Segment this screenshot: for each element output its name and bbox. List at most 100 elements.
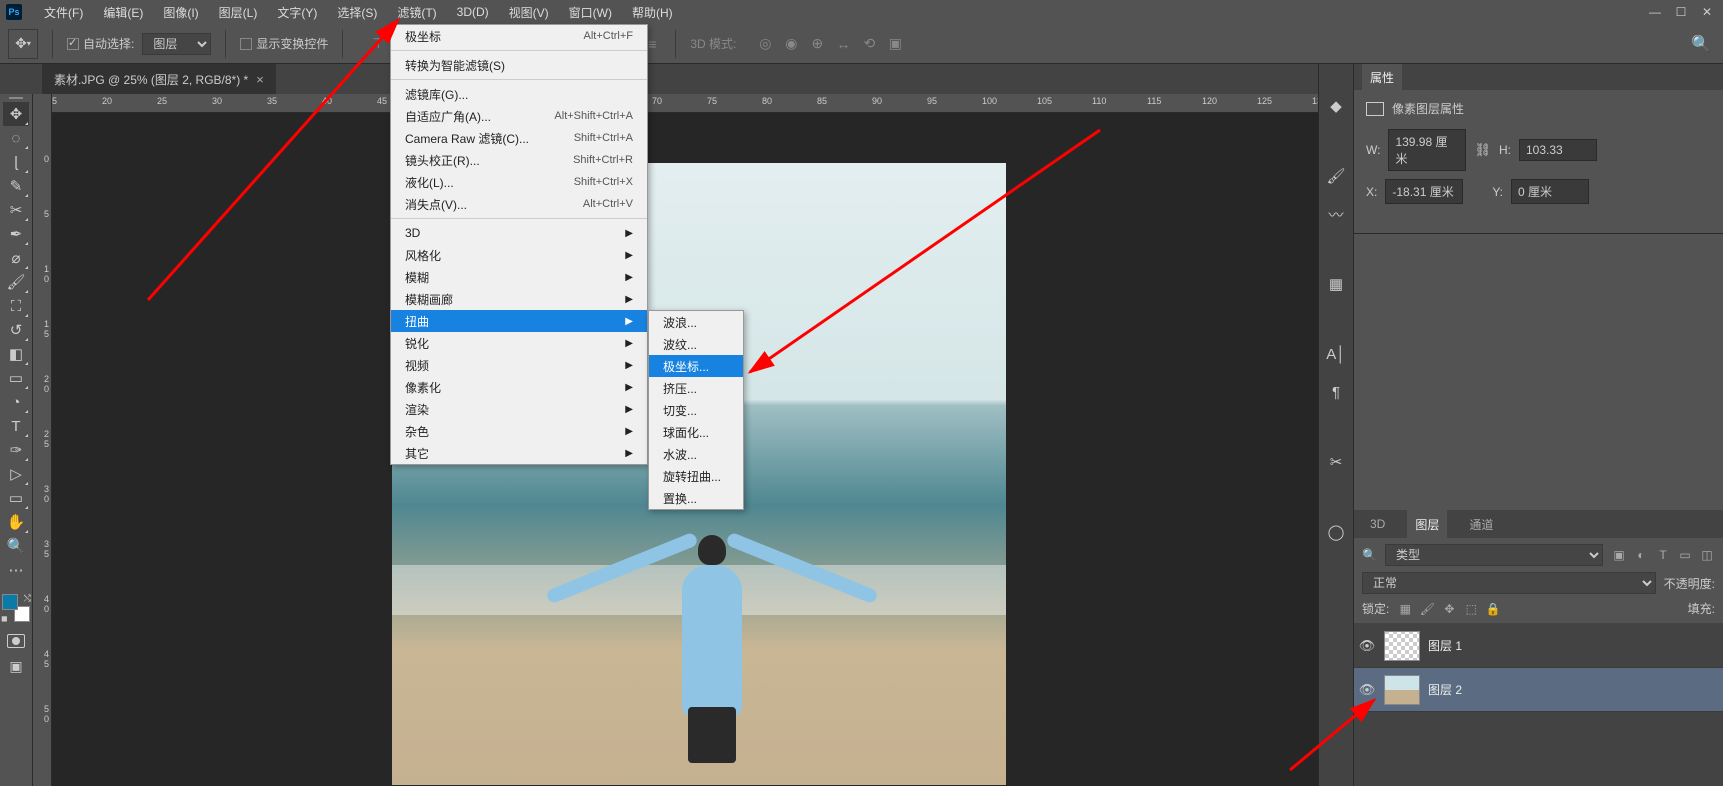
lock-transparent-icon[interactable]: ▦ [1397,602,1413,616]
align-top-icon[interactable]: ⊤ [369,35,387,53]
filter-menu-item[interactable]: Camera Raw 滤镜(C)...Shift+Ctrl+A [391,127,647,149]
menu-type[interactable]: 文字(Y) [267,0,327,25]
auto-select-target[interactable]: 图层 [142,33,211,55]
vertical-ruler[interactable]: 051 01 52 02 53 03 54 04 55 0 [33,94,52,786]
distort-menu-item[interactable]: 置换... [649,487,743,509]
eyedropper-tool[interactable]: ✒ [3,222,29,246]
brush-presets-icon[interactable]: 〰 [1324,202,1348,226]
blur-tool[interactable]: ◔ [3,390,29,414]
distort-menu-item[interactable]: 切变... [649,399,743,421]
layers-tab[interactable]: 图层 [1407,510,1447,539]
filter-type-icon[interactable]: T [1655,548,1671,562]
lasso-tool[interactable]: ɭ [3,150,29,174]
filter-menu-item[interactable]: 转换为智能滤镜(S) [391,54,647,76]
width-field[interactable]: 139.98 厘米 [1388,129,1466,171]
maximize-button[interactable]: ☐ [1669,4,1693,20]
quick-select-tool[interactable]: ✎ [3,174,29,198]
x-field[interactable]: -18.31 厘米 [1385,179,1463,204]
filter-menu-item[interactable]: 模糊画廊▶ [391,288,647,310]
lock-artboard-icon[interactable]: ⬚ [1463,602,1479,616]
shape-tool[interactable]: ▭ [3,486,29,510]
filter-pixel-icon[interactable]: ▣ [1611,548,1627,562]
filter-kind-icon[interactable]: 🔍 [1362,548,1377,562]
crop-tool[interactable]: ✂ [3,198,29,222]
character-panel-icon[interactable]: A│ [1324,342,1348,366]
height-field[interactable]: 103.33 [1519,139,1597,161]
layer-thumbnail[interactable] [1384,675,1420,705]
distort-menu-item[interactable]: 球面化... [649,421,743,443]
healing-tool[interactable]: ⌀ [3,246,29,270]
lock-position-icon[interactable]: ✥ [1441,602,1457,616]
filter-smart-icon[interactable]: ◫ [1699,548,1715,562]
visibility-icon[interactable]: 👁 [1358,682,1376,698]
menu-view[interactable]: 视图(V) [499,0,559,25]
filter-menu-item[interactable]: 模糊▶ [391,266,647,288]
menu-help[interactable]: 帮助(H) [622,0,683,25]
layer-row[interactable]: 👁 图层 2 [1354,668,1723,712]
filter-menu-item[interactable]: 极坐标Alt+Ctrl+F [391,25,647,47]
hand-tool[interactable]: ✋ [3,510,29,534]
cc-libraries-icon[interactable]: ◯ [1324,520,1348,544]
filter-menu-item[interactable]: 自适应广角(A)...Alt+Shift+Ctrl+A [391,105,647,127]
foreground-color[interactable] [2,594,18,610]
layer-row[interactable]: 👁 图层 1 [1354,624,1723,668]
menu-select[interactable]: 选择(S) [327,0,387,25]
filter-menu-item[interactable]: 风格化▶ [391,244,647,266]
path-tool[interactable]: ▷ [3,462,29,486]
filter-menu-item[interactable]: 杂色▶ [391,420,647,442]
distort-menu-item[interactable]: 挤压... [649,377,743,399]
layer-thumbnail[interactable] [1384,631,1420,661]
filter-shape-icon[interactable]: ▭ [1677,548,1693,562]
screen-mode-icon[interactable]: ▣ [9,658,22,675]
zoom-tool[interactable]: 🔍 [3,534,29,558]
y-field[interactable]: 0 厘米 [1511,179,1589,204]
filter-menu-item[interactable]: 3D▶ [391,222,647,244]
filter-menu-item[interactable]: 锐化▶ [391,332,647,354]
close-button[interactable]: ✕ [1695,4,1719,20]
distort-menu-item[interactable]: 极坐标... [649,355,743,377]
distort-menu-item[interactable]: 波纹... [649,333,743,355]
actions-panel-icon[interactable]: ✂ [1324,450,1348,474]
filter-menu-item[interactable]: 扭曲▶ [391,310,647,332]
move-tool[interactable]: ✥ [3,102,29,126]
filter-menu-item[interactable]: 镜头校正(R)...Shift+Ctrl+R [391,149,647,171]
search-icon[interactable]: 🔍 [1691,34,1711,54]
distort-menu-item[interactable]: 旋转扭曲... [649,465,743,487]
visibility-icon[interactable]: 👁 [1358,638,1376,654]
filter-menu-item[interactable]: 液化(L)...Shift+Ctrl+X [391,171,647,193]
properties-tab[interactable]: 属性 [1362,64,1402,91]
gradient-tool[interactable]: ▭ [3,366,29,390]
lock-all-icon[interactable]: 🔒 [1485,602,1501,616]
lock-pixels-icon[interactable]: 🖌 [1419,602,1435,616]
filter-adjust-icon[interactable]: ◐ [1633,548,1649,562]
menu-layer[interactable]: 图层(L) [209,0,268,25]
channels-tab[interactable]: 通道 [1461,510,1501,539]
tab-close-icon[interactable]: × [256,72,264,87]
menu-3d[interactable]: 3D(D) [447,1,499,23]
brush-tool[interactable]: 🖌 [3,270,29,294]
auto-select-checkbox[interactable]: 自动选择: [67,35,134,52]
eraser-tool[interactable]: ◧ [3,342,29,366]
layer-name[interactable]: 图层 1 [1428,637,1462,654]
history-panel-icon[interactable]: ◆ [1324,94,1348,118]
paragraph-panel-icon[interactable]: ¶ [1324,380,1348,404]
stamp-tool[interactable]: ⛶ [3,294,29,318]
blend-mode-select[interactable]: 正常 [1362,572,1656,594]
history-brush-tool[interactable]: ↺ [3,318,29,342]
filter-menu-item[interactable]: 滤镜库(G)... [391,83,647,105]
swatches-panel-icon[interactable]: ▦ [1324,272,1348,296]
link-wh-icon[interactable]: ⛓ [1474,142,1491,158]
brushes-panel-icon[interactable]: 🖌 [1324,164,1348,188]
menu-image[interactable]: 图像(I) [153,0,208,25]
quick-mask-icon[interactable] [4,632,28,650]
show-transform-checkbox[interactable]: 显示变换控件 [240,35,328,52]
dodge-tool[interactable]: T [3,414,29,438]
swap-colors-icon[interactable]: ⤭ [24,593,31,604]
filter-menu-item[interactable]: 渲染▶ [391,398,647,420]
filter-menu-item[interactable]: 像素化▶ [391,376,647,398]
menu-filter[interactable]: 滤镜(T) [387,0,446,25]
document-tab[interactable]: 素材.JPG @ 25% (图层 2, RGB/8*) * × [42,64,276,94]
layer-name[interactable]: 图层 2 [1428,681,1462,698]
distort-menu-item[interactable]: 水波... [649,443,743,465]
distort-menu-item[interactable]: 波浪... [649,311,743,333]
